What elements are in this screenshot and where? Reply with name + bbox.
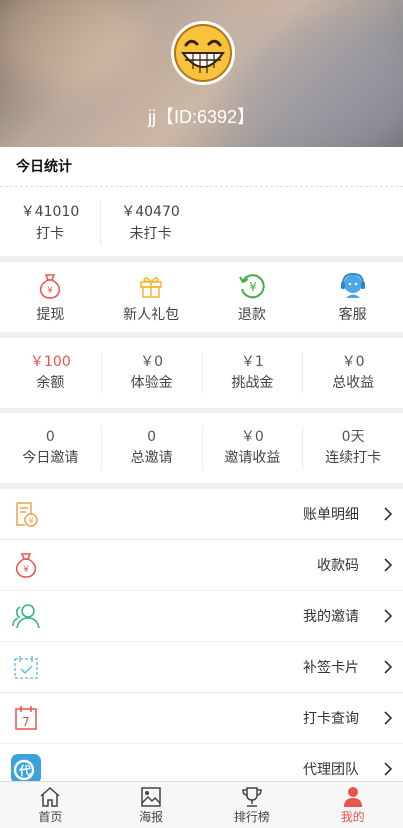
stat-not-checked-in: ￥40470 未打卡 [100, 201, 200, 245]
chevron-right-icon [373, 659, 403, 675]
chevron-right-icon [373, 506, 403, 522]
money-bag-icon: ¥ [0, 272, 101, 300]
tab-poster[interactable]: 海报 [101, 782, 202, 828]
gift-icon [101, 272, 202, 300]
stats-title: 今日统计 [0, 147, 403, 187]
total-invites-cell[interactable]: 0 总邀请 [100, 427, 202, 469]
calendar-icon: 7 [0, 705, 52, 731]
chevron-right-icon [373, 608, 403, 624]
invite-earnings-cell[interactable]: ￥0 邀请收益 [201, 427, 303, 469]
svg-text:代: 代 [18, 763, 31, 778]
trial-fund-cell[interactable]: ￥0 体验金 [100, 352, 202, 394]
money-bag-icon: ¥ [0, 552, 52, 578]
invite-grid: 0 今日邀请 0 总邀请 ￥0 邀请收益 0天 连续打卡 [0, 413, 403, 483]
tab-ranking[interactable]: 排行榜 [202, 782, 303, 828]
challenge-fund-cell[interactable]: ￥1 挑战金 [201, 352, 303, 394]
agent-icon: 代 [0, 754, 52, 784]
svg-text:¥: ¥ [28, 517, 33, 526]
menu-list: ¥ 账单明细 ¥ 收款码 我的邀请 补签卡片 7 打卡查询 代 代理团队 [0, 489, 403, 795]
action-withdraw[interactable]: ¥ 提现 [0, 262, 101, 332]
menu-item-my-invites[interactable]: 我的邀请 [0, 591, 403, 642]
today-stats: 今日统计 ￥41010 打卡 ￥40470 未打卡 [0, 147, 403, 256]
action-refund[interactable]: ¥ 退款 [202, 262, 303, 332]
menu-item-payment-code[interactable]: ¥ 收款码 [0, 540, 403, 591]
today-invites-cell[interactable]: 0 今日邀请 [0, 427, 101, 469]
action-new-gift[interactable]: 新人礼包 [101, 262, 202, 332]
menu-item-makeup-card[interactable]: 补签卡片 [0, 642, 403, 693]
calendar-check-icon [0, 654, 52, 680]
poster-icon [101, 785, 202, 809]
chevron-right-icon [373, 710, 403, 726]
chevron-right-icon [373, 761, 403, 777]
menu-item-checkin-query[interactable]: 7 打卡查询 [0, 693, 403, 744]
balance-grid: ￥100 余额 ￥0 体验金 ￥1 挑战金 ￥0 总收益 [0, 338, 403, 408]
action-customer-service[interactable]: 客服 [302, 262, 403, 332]
user-icon [302, 785, 403, 809]
quick-actions: ¥ 提现 新人礼包 ¥ 退款 客服 [0, 262, 403, 332]
customer-service-icon [302, 272, 403, 300]
svg-text:¥: ¥ [48, 286, 54, 296]
total-earnings-cell[interactable]: ￥0 总收益 [302, 352, 403, 394]
refund-icon: ¥ [202, 272, 303, 300]
tab-mine[interactable]: 我的 [302, 782, 403, 828]
home-icon [0, 785, 101, 809]
profile-header: jj【ID:6392】 [0, 0, 403, 147]
trophy-icon [202, 785, 303, 809]
streak-cell[interactable]: 0天 连续打卡 [302, 427, 403, 469]
svg-text:¥: ¥ [23, 565, 29, 575]
users-icon [0, 603, 52, 629]
stat-checked-in: ￥41010 打卡 [20, 204, 80, 242]
bottom-tab-bar: 首页 海报 排行榜 我的 [0, 781, 403, 828]
balance-cell[interactable]: ￥100 余额 [0, 352, 101, 394]
bill-icon: ¥ [0, 501, 52, 527]
svg-text:7: 7 [22, 715, 30, 729]
svg-text:¥: ¥ [249, 280, 257, 294]
menu-item-bill[interactable]: ¥ 账单明细 [0, 489, 403, 540]
avatar[interactable] [171, 21, 235, 85]
chevron-right-icon [373, 557, 403, 573]
profile-page: jj【ID:6392】 今日统计 ￥41010 打卡 ￥40470 未打卡 ¥ … [0, 0, 403, 828]
tab-home[interactable]: 首页 [0, 782, 101, 828]
username: jj【ID:6392】 [147, 107, 256, 127]
